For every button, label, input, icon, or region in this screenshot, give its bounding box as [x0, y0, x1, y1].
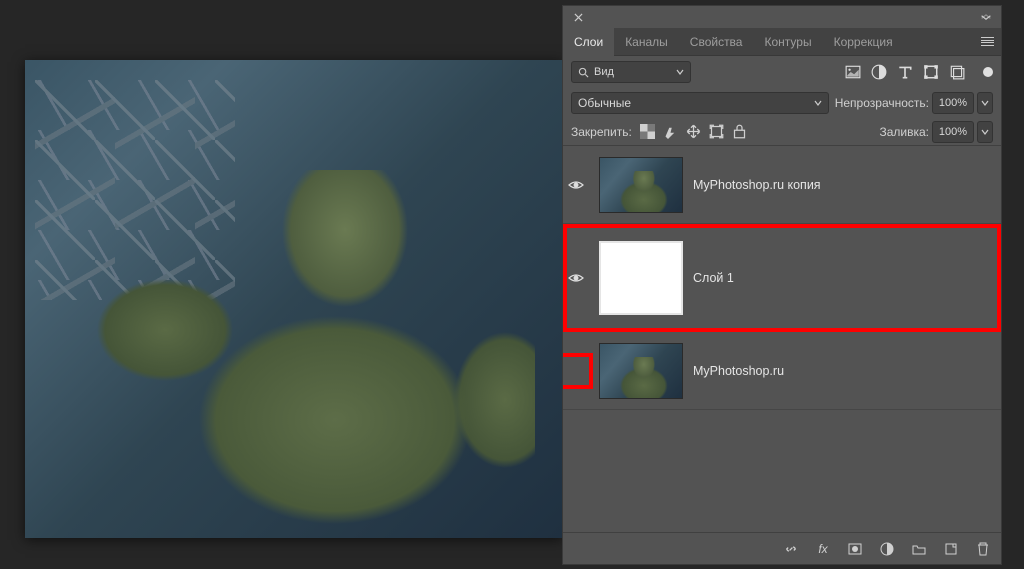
layer-list: MyPhotoshop.ru копия Слой 1 MyPhot [563, 146, 1001, 532]
group-icon[interactable] [911, 541, 927, 557]
tab-adjustments[interactable]: Коррекция [823, 28, 904, 56]
mask-icon[interactable] [847, 541, 863, 557]
layer-thumbnail[interactable] [599, 157, 683, 213]
tab-paths[interactable]: Контуры [753, 28, 822, 56]
panel-tabs: Слои Каналы Свойства Контуры Коррекция [563, 28, 1001, 56]
fill-group: Заливка: 100% [879, 121, 993, 143]
lock-all-icon[interactable] [732, 124, 747, 139]
filter-shape-icon[interactable] [923, 64, 939, 80]
visibility-icon[interactable] [568, 179, 584, 191]
fx-icon[interactable]: fx [815, 541, 831, 557]
filter-adjustment-icon[interactable] [871, 64, 887, 80]
layer-thumbnail[interactable] [599, 343, 683, 399]
blend-mode-label: Обычные [578, 96, 814, 110]
tab-layers[interactable]: Слои [563, 28, 614, 56]
tab-properties[interactable]: Свойства [679, 28, 754, 56]
filter-pixel-icon[interactable] [845, 64, 861, 80]
chevron-down-icon [814, 99, 822, 107]
fill-value[interactable]: 100% [932, 121, 974, 143]
opacity-chevron[interactable] [977, 92, 993, 114]
lock-artboard-icon[interactable] [709, 124, 724, 139]
link-icon[interactable] [783, 541, 799, 557]
chevron-down-icon [676, 68, 684, 76]
filter-label: Вид [594, 66, 671, 78]
panel-header [563, 6, 1001, 28]
layer-name[interactable]: Слой 1 [693, 271, 734, 285]
lock-transparency-icon[interactable] [640, 124, 655, 139]
layer-row[interactable]: MyPhotoshop.ru [563, 332, 1001, 410]
canvas-image[interactable] [25, 60, 563, 538]
close-icon[interactable] [569, 8, 587, 26]
blend-mode-select[interactable]: Обычные [571, 92, 829, 114]
filter-toggle[interactable] [983, 67, 993, 77]
lock-pixels-icon[interactable] [663, 124, 678, 139]
visibility-icon[interactable] [568, 272, 584, 284]
fill-label: Заливка: [879, 125, 929, 139]
trash-icon[interactable] [975, 541, 991, 557]
filter-row: Вид [563, 56, 1001, 88]
opacity-value[interactable]: 100% [932, 92, 974, 114]
layers-panel: Слои Каналы Свойства Контуры Коррекция В… [562, 5, 1002, 565]
layer-thumbnail[interactable] [599, 241, 683, 315]
layer-name[interactable]: MyPhotoshop.ru [693, 364, 784, 378]
panel-footer: fx [563, 532, 1001, 564]
blend-row: Обычные Непрозрачность: 100% [563, 88, 1001, 118]
filter-type-icon[interactable] [897, 64, 913, 80]
layer-row[interactable]: MyPhotoshop.ru копия [563, 146, 1001, 224]
filter-type-select[interactable]: Вид [571, 61, 691, 83]
lock-position-icon[interactable] [686, 124, 701, 139]
layer-name[interactable]: MyPhotoshop.ru копия [693, 178, 821, 192]
lock-label: Закрепить: [571, 125, 632, 139]
adjustment-icon[interactable] [879, 541, 895, 557]
new-layer-icon[interactable] [943, 541, 959, 557]
filter-smart-icon[interactable] [949, 64, 965, 80]
image-content [85, 170, 535, 538]
tab-channels[interactable]: Каналы [614, 28, 679, 56]
panel-menu-icon[interactable] [973, 28, 1001, 56]
lock-row: Закрепить: Заливка: 100% [563, 118, 1001, 146]
search-icon [578, 67, 589, 78]
fill-chevron[interactable] [977, 121, 993, 143]
opacity-group: Непрозрачность: 100% [835, 92, 993, 114]
visibility-highlight [563, 357, 589, 385]
layer-row[interactable]: Слой 1 [563, 224, 1001, 332]
collapse-icon[interactable] [977, 8, 995, 26]
opacity-label: Непрозрачность: [835, 96, 929, 110]
